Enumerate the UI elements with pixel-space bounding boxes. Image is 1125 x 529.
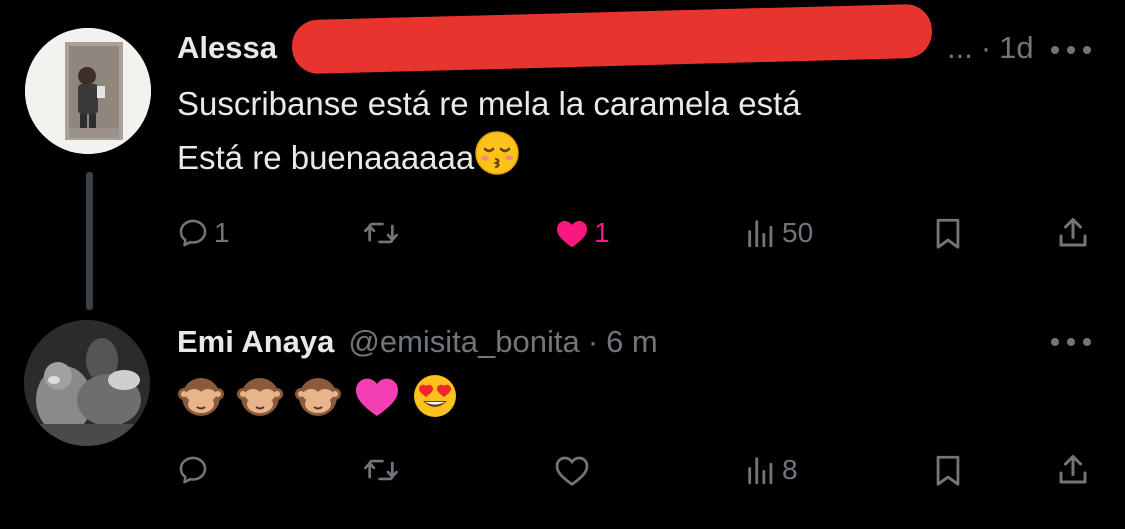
see-no-evil-monkey-emoji-icon bbox=[294, 372, 342, 434]
reply-icon bbox=[179, 219, 207, 247]
reply-icon bbox=[179, 456, 207, 484]
share-button[interactable] bbox=[1055, 208, 1091, 258]
bookmark-button[interactable] bbox=[932, 208, 964, 258]
pink-heart-emoji-icon bbox=[353, 372, 401, 434]
more-options-icon[interactable] bbox=[1051, 45, 1091, 55]
separator-dot: · bbox=[587, 324, 599, 359]
bookmark-icon bbox=[936, 455, 960, 486]
handle[interactable]: ... bbox=[947, 30, 973, 66]
like-count: 1 bbox=[594, 217, 610, 248]
timestamp[interactable]: 6 m bbox=[606, 324, 658, 360]
tweet-actions: 1 1 50 bbox=[0, 208, 1125, 258]
tweet-header: Alessa ... · 1d bbox=[177, 3, 1034, 75]
tweet-text: Suscribanse está re mela la caramela est… bbox=[177, 78, 1057, 191]
see-no-evil-monkey-emoji-icon bbox=[177, 372, 225, 434]
display-name[interactable]: Emi Anaya bbox=[177, 324, 334, 360]
handle[interactable]: @emisita_bonita bbox=[348, 324, 579, 360]
avatar-photo bbox=[24, 320, 150, 446]
views-button[interactable]: 8 bbox=[744, 445, 798, 495]
retweet-icon bbox=[364, 459, 398, 481]
view-count: 50 bbox=[782, 217, 814, 248]
view-count: 8 bbox=[782, 454, 798, 485]
share-icon bbox=[1059, 455, 1087, 484]
tweet-text-segment: Está re buenaaaaaa bbox=[177, 139, 475, 177]
tweet-text bbox=[177, 372, 459, 434]
redaction-mark bbox=[291, 3, 933, 75]
user-avatar[interactable] bbox=[25, 28, 151, 154]
reply-button[interactable] bbox=[176, 445, 214, 495]
heart-outline-icon bbox=[555, 456, 589, 486]
retweet-button[interactable] bbox=[362, 208, 404, 258]
bookmark-button[interactable] bbox=[932, 445, 964, 495]
display-name[interactable]: Alessa bbox=[177, 30, 277, 66]
tweet-text-line: Suscribanse está re mela la caramela est… bbox=[177, 85, 801, 122]
views-button[interactable]: 50 bbox=[744, 208, 813, 258]
share-button[interactable] bbox=[1055, 445, 1091, 495]
see-no-evil-monkey-emoji-icon bbox=[236, 372, 284, 434]
bookmark-icon bbox=[936, 218, 960, 249]
more-options-icon[interactable] bbox=[1051, 337, 1091, 347]
like-button[interactable] bbox=[554, 445, 594, 495]
heart-eyes-emoji-icon bbox=[411, 372, 459, 434]
reply-count: 1 bbox=[214, 217, 230, 248]
retweet-button[interactable] bbox=[362, 445, 404, 495]
views-chart-icon bbox=[748, 220, 773, 248]
retweet-icon bbox=[364, 222, 398, 244]
timestamp[interactable]: 1d bbox=[999, 30, 1033, 66]
separator-dot: · bbox=[980, 30, 992, 65]
avatar-photo bbox=[25, 28, 151, 154]
share-icon bbox=[1059, 218, 1087, 247]
views-chart-icon bbox=[748, 457, 773, 485]
tweet-text-line: Está re buenaaaaaa bbox=[177, 130, 1057, 191]
tweet-header: Emi Anaya @emisita_bonita · 6 m bbox=[177, 320, 658, 364]
tweet[interactable]: Emi Anaya @emisita_bonita · 6 m 8 bbox=[0, 300, 1125, 529]
tweet[interactable]: Alessa ... · 1d Suscribanse está re mela… bbox=[0, 0, 1125, 310]
tweet-actions: 8 bbox=[0, 445, 1125, 495]
heart-filled-icon bbox=[557, 221, 587, 248]
like-button[interactable]: 1 bbox=[554, 208, 610, 258]
reply-button[interactable]: 1 bbox=[176, 208, 230, 258]
user-avatar[interactable] bbox=[24, 320, 150, 446]
kissing-face-emoji-icon bbox=[474, 130, 520, 191]
